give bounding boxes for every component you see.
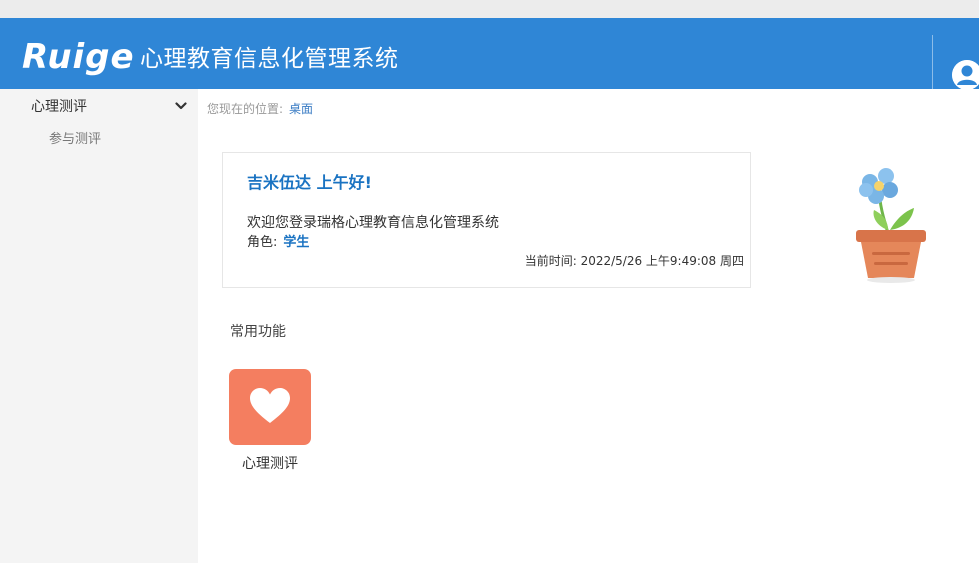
ruige-logo: Ruige <box>22 37 135 77</box>
heart-icon <box>250 388 290 423</box>
user-avatar-icon[interactable] <box>952 60 979 90</box>
top-strip <box>0 0 979 18</box>
greeting-text: 吉米伍达 上午好! <box>247 173 372 192</box>
function-tile-assessment[interactable] <box>229 369 311 445</box>
sidebar-group-assessment[interactable]: 心理测评 <box>0 93 198 121</box>
common-functions-title: 常用功能 <box>230 324 286 340</box>
role-value: 学生 <box>283 235 310 250</box>
sidebar-item-label: 参与测评 <box>49 132 102 147</box>
chevron-down-icon[interactable] <box>175 101 187 111</box>
sidebar-group-label: 心理测评 <box>31 99 87 115</box>
role-label: 角色: <box>247 235 278 250</box>
function-tile-label[interactable]: 心理测评 <box>229 455 311 473</box>
app-header: Ruige 心理教育信息化管理系统 <box>0 18 979 91</box>
flower-pot-icon <box>856 168 926 283</box>
welcome-card: 吉米伍达 上午好! 欢迎您登录瑞格心理教育信息化管理系统 角色: 学生 当前时间:… <box>222 152 751 288</box>
breadcrumb-current[interactable]: 桌面 <box>289 102 313 116</box>
welcome-message: 欢迎您登录瑞格心理教育信息化管理系统 <box>247 215 499 231</box>
breadcrumb-prefix: 您现在的位置: <box>207 102 284 116</box>
current-time: 当前时间: 2022/5/26 上午9:49:08 周四 <box>524 254 744 268</box>
header-divider <box>932 35 933 91</box>
app-title: 心理教育信息化管理系统 <box>140 46 399 72</box>
sidebar: 心理测评 参与测评 <box>0 89 198 563</box>
role-line: 角色: 学生 <box>247 234 309 252</box>
sidebar-item-take-assessment[interactable]: 参与测评 <box>0 127 198 153</box>
breadcrumb: 您现在的位置: 桌面 <box>207 100 313 118</box>
